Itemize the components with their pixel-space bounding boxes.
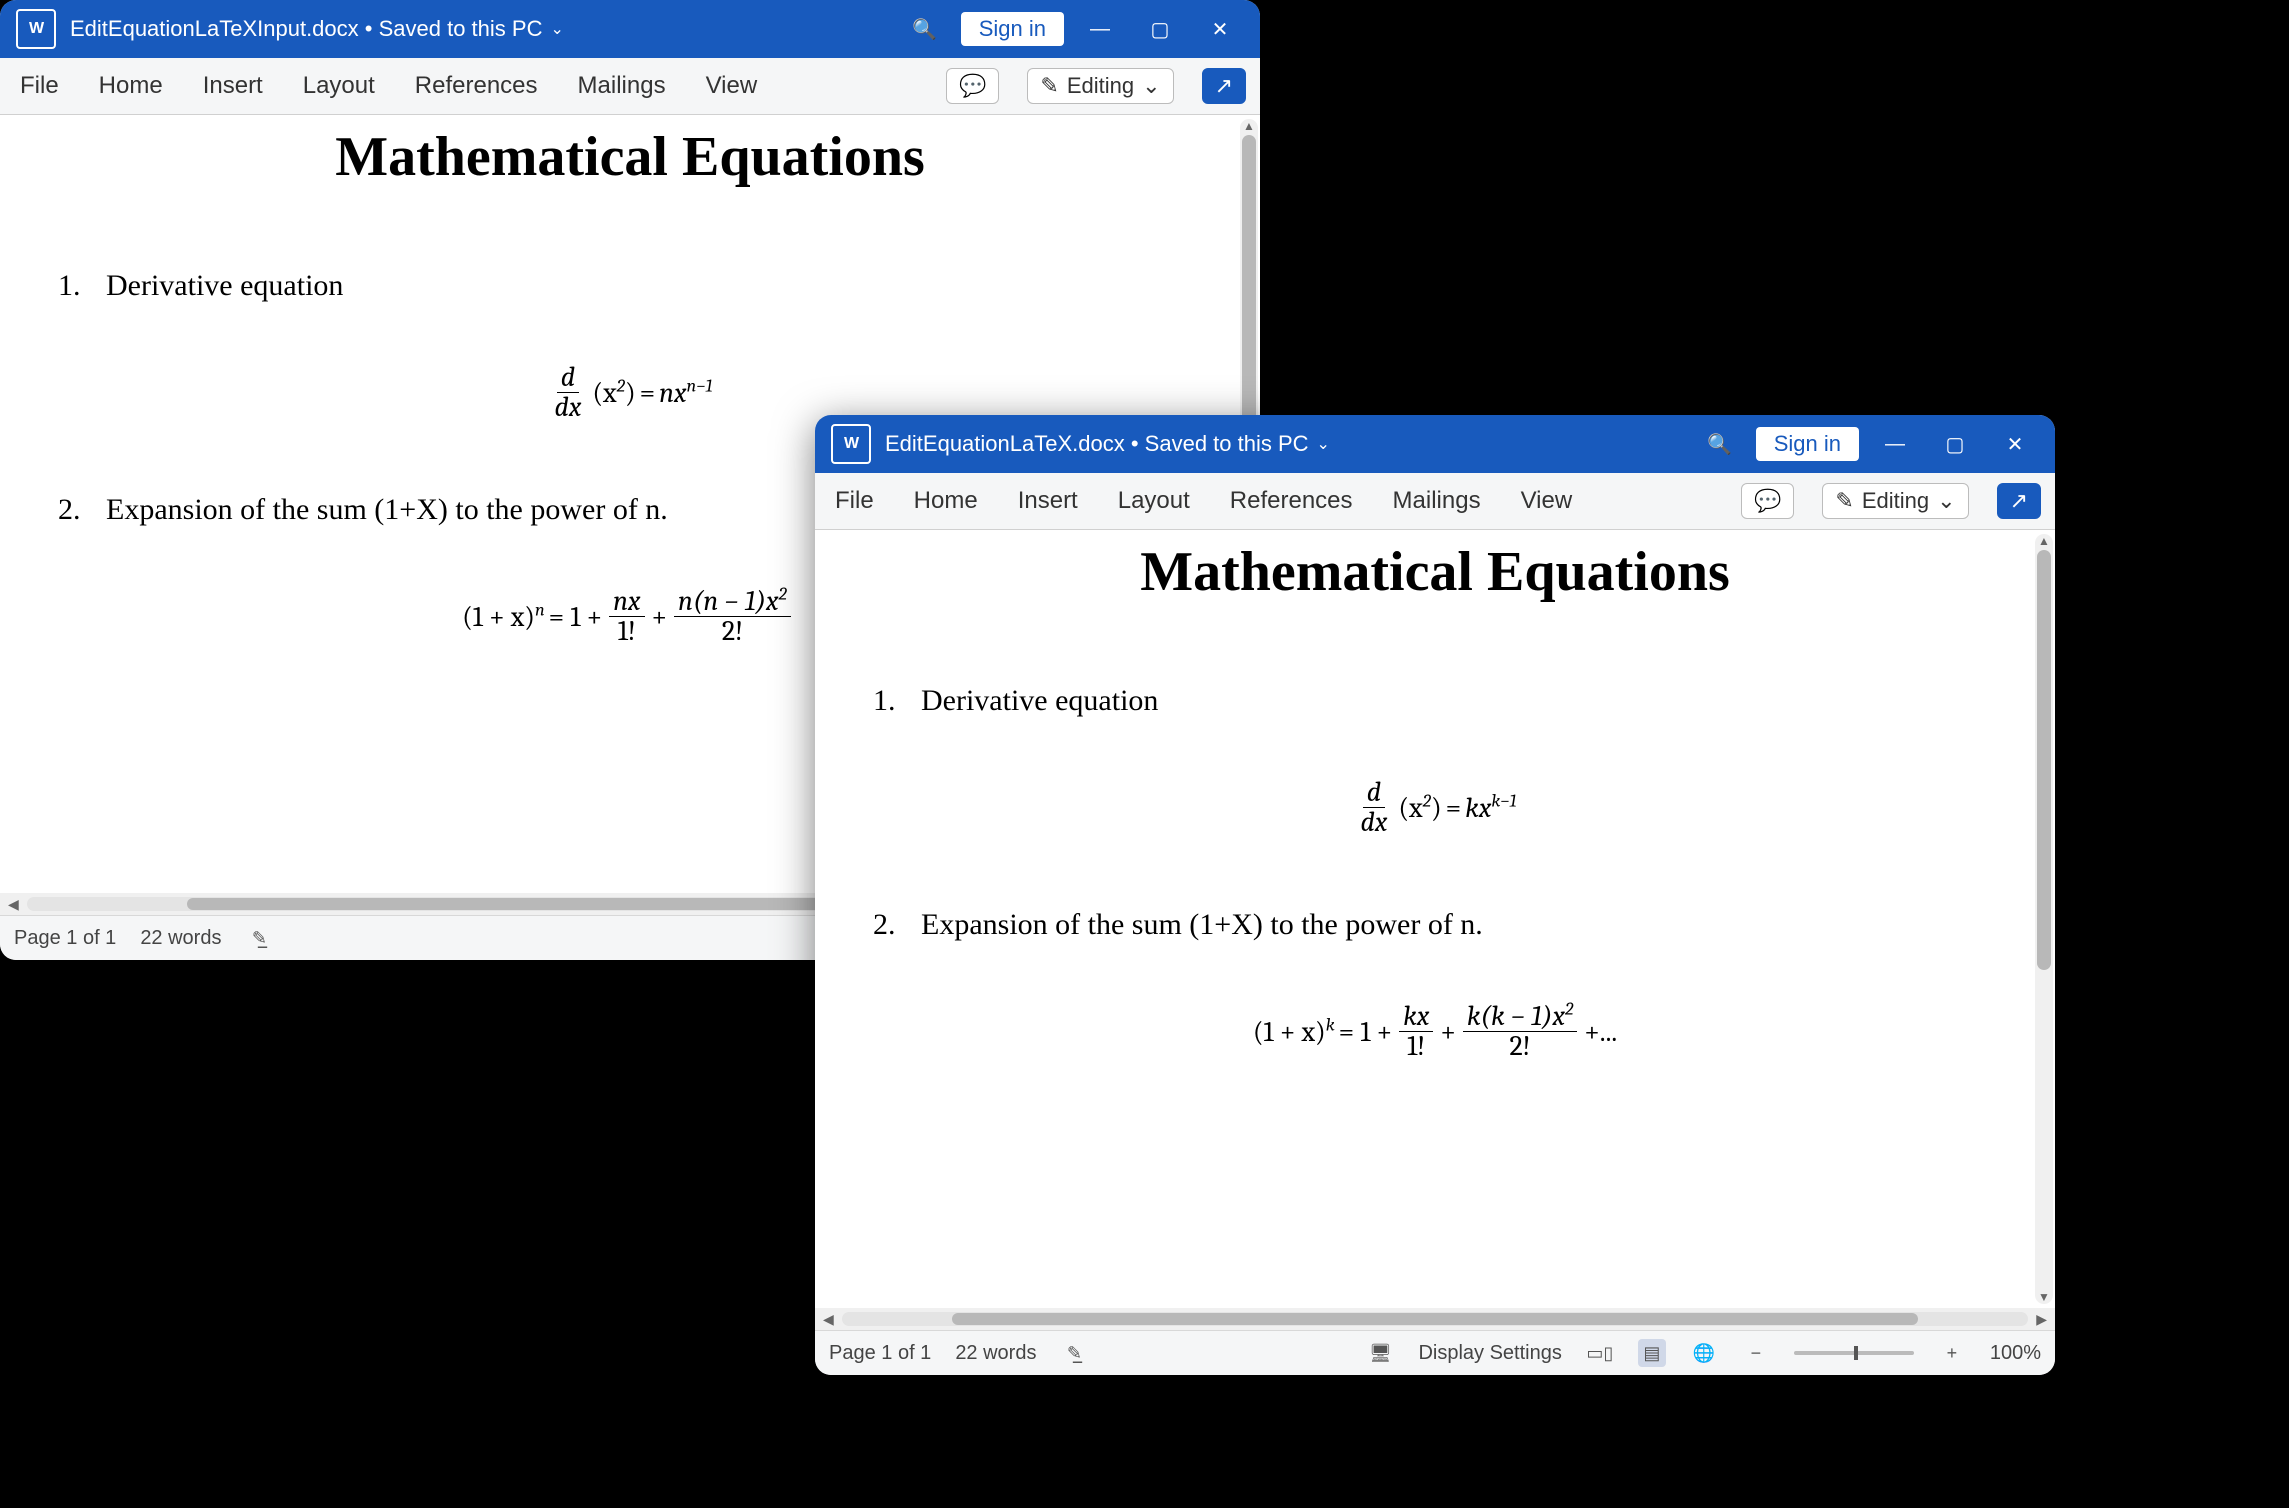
- word-count[interactable]: 22 words: [955, 1342, 1036, 1365]
- spellcheck-icon[interactable]: ✎̲: [1060, 1339, 1088, 1367]
- display-settings-icon: 🖥: [1366, 1339, 1394, 1367]
- search-icon[interactable]: 🔍: [1690, 415, 1750, 473]
- item-number: 2.: [58, 493, 92, 527]
- close-button[interactable]: ✕: [1190, 0, 1250, 58]
- item-text: Expansion of the sum (1+X) to the power …: [106, 493, 668, 527]
- tab-view[interactable]: View: [700, 68, 764, 104]
- chevron-down-icon[interactable]: ⌄: [1317, 434, 1330, 454]
- save-status: Saved to this PC: [1145, 431, 1309, 457]
- tab-file[interactable]: File: [14, 68, 65, 104]
- titlebar: W EditEquationLaTeXInput.docx • Saved to…: [0, 0, 1260, 58]
- list-item: 1. Derivative equation: [40, 269, 1220, 303]
- scrollbar-thumb[interactable]: [2037, 550, 2051, 970]
- page-indicator[interactable]: Page 1 of 1: [829, 1342, 931, 1365]
- tab-references[interactable]: References: [409, 68, 544, 104]
- editing-label: Editing: [1067, 73, 1134, 99]
- page-title: Mathematical Equations: [40, 125, 1220, 189]
- read-mode-icon[interactable]: ▭▯: [1586, 1339, 1614, 1367]
- statusbar: Page 1 of 1 22 words ✎̲ 🖥 Display Settin…: [815, 1330, 2055, 1375]
- pencil-icon: ✎: [1040, 73, 1058, 99]
- item-text: Derivative equation: [921, 684, 1158, 718]
- chevron-down-icon[interactable]: ⌄: [550, 19, 563, 39]
- comments-button[interactable]: 💬: [946, 68, 999, 104]
- page-title: Mathematical Equations: [855, 540, 2015, 604]
- horizontal-scrollbar[interactable]: ◀ ▶: [815, 1308, 2055, 1330]
- equation-derivative: d dx (x2) = kxk−1: [855, 778, 2015, 838]
- sign-in-button[interactable]: Sign in: [1756, 427, 1859, 461]
- vertical-scrollbar[interactable]: ▲ ▼: [2035, 534, 2053, 1304]
- minimize-button[interactable]: —: [1865, 415, 1925, 473]
- editing-mode-button[interactable]: ✎ Editing ⌄: [1027, 68, 1173, 104]
- tab-insert[interactable]: Insert: [197, 68, 269, 104]
- display-settings-button[interactable]: Display Settings: [1418, 1342, 1561, 1365]
- tab-layout[interactable]: Layout: [297, 68, 381, 104]
- hscroll-thumb[interactable]: [952, 1313, 1918, 1325]
- document-content[interactable]: Mathematical Equations 1. Derivative equ…: [815, 530, 2055, 1172]
- item-number: 2.: [873, 908, 907, 942]
- chevron-down-icon: ⌄: [1142, 73, 1160, 99]
- scroll-left-icon[interactable]: ◀: [823, 1311, 834, 1328]
- tab-references[interactable]: References: [1224, 483, 1359, 519]
- scroll-up-icon[interactable]: ▲: [2035, 534, 2053, 548]
- pencil-icon: ✎: [1835, 488, 1853, 514]
- ribbon: File Home Insert Layout References Maili…: [0, 58, 1260, 115]
- sign-in-button[interactable]: Sign in: [961, 12, 1064, 46]
- print-layout-icon[interactable]: ▤: [1638, 1339, 1666, 1367]
- title-separator: •: [1125, 431, 1145, 457]
- scroll-up-icon[interactable]: ▲: [1240, 119, 1258, 133]
- editing-mode-button[interactable]: ✎ Editing ⌄: [1822, 483, 1968, 519]
- share-button[interactable]: ↗: [1202, 68, 1246, 104]
- maximize-button[interactable]: ▢: [1130, 0, 1190, 58]
- tab-insert[interactable]: Insert: [1012, 483, 1084, 519]
- equation-derivative: d dx (x2) = nxn−1: [40, 363, 1220, 423]
- spellcheck-icon[interactable]: ✎̲: [245, 924, 273, 952]
- tab-mailings[interactable]: Mailings: [1387, 483, 1487, 519]
- tab-home[interactable]: Home: [908, 483, 984, 519]
- tab-mailings[interactable]: Mailings: [572, 68, 672, 104]
- title-separator: •: [359, 16, 379, 42]
- document-area: Mathematical Equations 1. Derivative equ…: [815, 530, 2055, 1308]
- word-app-icon: W: [831, 424, 871, 464]
- close-button[interactable]: ✕: [1985, 415, 2045, 473]
- scroll-down-icon[interactable]: ▼: [2035, 1290, 2053, 1304]
- word-count[interactable]: 22 words: [140, 927, 221, 950]
- zoom-slider[interactable]: [1794, 1351, 1914, 1355]
- search-icon[interactable]: 🔍: [895, 0, 955, 58]
- document-filename: EditEquationLaTeXInput.docx: [70, 16, 359, 42]
- item-number: 1.: [873, 684, 907, 718]
- word-window-2: W EditEquationLaTeX.docx • Saved to this…: [815, 415, 2055, 1375]
- page-indicator[interactable]: Page 1 of 1: [14, 927, 116, 950]
- chevron-down-icon: ⌄: [1937, 488, 1955, 514]
- ribbon: File Home Insert Layout References Maili…: [815, 473, 2055, 530]
- zoom-in-button[interactable]: +: [1938, 1339, 1966, 1367]
- list-item: 2. Expansion of the sum (1+X) to the pow…: [855, 908, 2015, 942]
- share-button[interactable]: ↗: [1997, 483, 2041, 519]
- word-app-icon: W: [16, 9, 56, 49]
- titlebar: W EditEquationLaTeX.docx • Saved to this…: [815, 415, 2055, 473]
- tab-layout[interactable]: Layout: [1112, 483, 1196, 519]
- maximize-button[interactable]: ▢: [1925, 415, 1985, 473]
- item-text: Expansion of the sum (1+X) to the power …: [921, 908, 1483, 942]
- minimize-button[interactable]: —: [1070, 0, 1130, 58]
- tab-view[interactable]: View: [1515, 483, 1579, 519]
- list-item: 1. Derivative equation: [855, 684, 2015, 718]
- web-layout-icon[interactable]: 🌐: [1690, 1339, 1718, 1367]
- save-status: Saved to this PC: [379, 16, 543, 42]
- zoom-level[interactable]: 100%: [1990, 1342, 2041, 1365]
- equation-expansion: (1 + x)k = 1 + kx 1! + k(k − 1)x2 2! +..…: [855, 1002, 2015, 1062]
- tab-file[interactable]: File: [829, 483, 880, 519]
- scroll-right-icon[interactable]: ▶: [2036, 1311, 2047, 1328]
- editing-label: Editing: [1862, 488, 1929, 514]
- tab-home[interactable]: Home: [93, 68, 169, 104]
- comments-button[interactable]: 💬: [1741, 483, 1794, 519]
- zoom-out-button[interactable]: −: [1742, 1339, 1770, 1367]
- document-filename: EditEquationLaTeX.docx: [885, 431, 1125, 457]
- scroll-left-icon[interactable]: ◀: [8, 896, 19, 913]
- scrollbar-thumb[interactable]: [1242, 135, 1256, 455]
- item-number: 1.: [58, 269, 92, 303]
- item-text: Derivative equation: [106, 269, 343, 303]
